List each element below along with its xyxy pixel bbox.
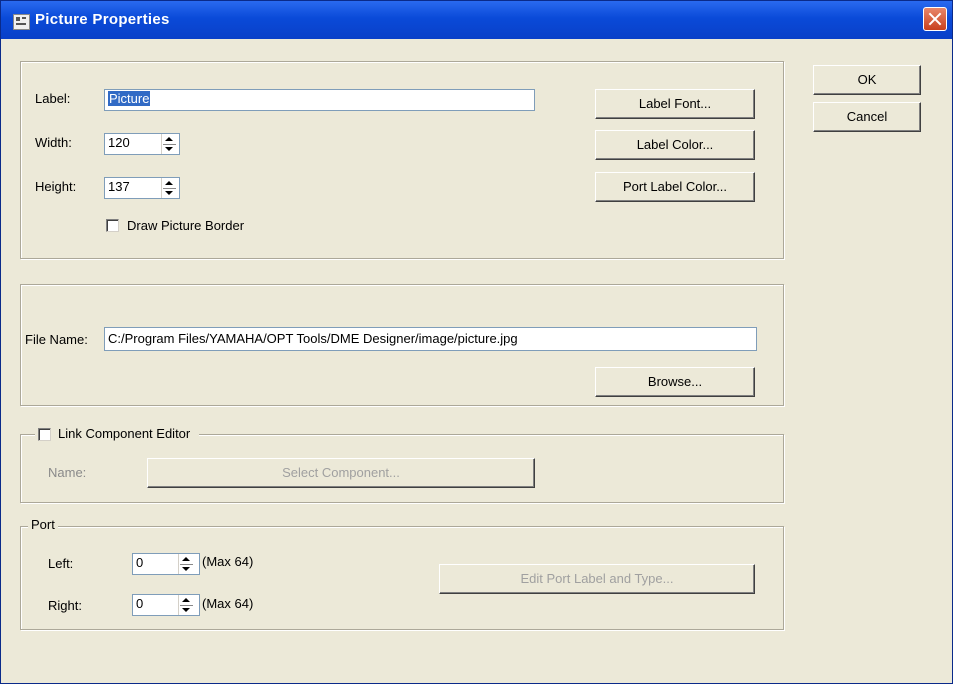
spin-down-icon[interactable]	[165, 191, 173, 195]
draw-border-checkbox[interactable]	[106, 219, 119, 232]
label-caption: Label:	[35, 91, 71, 106]
ok-button-label: OK	[857, 72, 877, 87]
link-component-label[interactable]: Link Component Editor	[58, 426, 190, 441]
label-font-button[interactable]: Label Font...	[595, 89, 755, 119]
port-right-caption: Right:	[48, 598, 82, 613]
label-color-button-label: Label Color...	[636, 137, 714, 152]
label-color-button[interactable]: Label Color...	[595, 130, 755, 160]
spin-up-icon[interactable]	[182, 557, 190, 561]
spin-down-icon[interactable]	[182, 608, 190, 612]
file-name-input-value: C:/Program Files/YAMAHA/OPT Tools/DME De…	[108, 331, 518, 346]
browse-button-label: Browse...	[647, 374, 703, 389]
width-spinner[interactable]	[161, 134, 177, 154]
edit-port-label-button[interactable]: Edit Port Label and Type...	[439, 564, 755, 594]
file-name-caption: File Name:	[25, 332, 88, 347]
spin-down-icon[interactable]	[182, 567, 190, 571]
select-component-button[interactable]: Select Component...	[147, 458, 535, 488]
ok-button[interactable]: OK	[813, 65, 921, 95]
port-right-input-value: 0	[136, 596, 144, 611]
spin-up-icon[interactable]	[165, 137, 173, 141]
port-left-caption: Left:	[48, 556, 74, 571]
title-bar[interactable]: Picture Properties	[1, 1, 952, 39]
picture-properties-dialog: Picture Properties OK Cancel Label: Pict…	[0, 0, 953, 684]
port-legend: Port	[28, 517, 58, 532]
height-input-value: 137	[108, 179, 130, 194]
height-caption: Height:	[35, 179, 77, 194]
edit-port-label-button-label: Edit Port Label and Type...	[520, 571, 674, 586]
component-name-caption: Name:	[48, 465, 87, 480]
spin-down-icon[interactable]	[165, 147, 173, 151]
width-input-value: 120	[108, 135, 130, 150]
cancel-button-label: Cancel	[846, 109, 888, 124]
link-component-legend: Link Component Editor	[35, 425, 199, 443]
cancel-button[interactable]: Cancel	[813, 102, 921, 132]
height-spinner[interactable]	[161, 178, 177, 198]
label-font-button-label: Label Font...	[638, 96, 712, 111]
window-title: Picture Properties	[35, 11, 170, 28]
browse-button[interactable]: Browse...	[595, 367, 755, 397]
spin-up-icon[interactable]	[182, 598, 190, 602]
port-label-color-button-label: Port Label Color...	[622, 179, 728, 194]
port-left-input-value: 0	[136, 555, 144, 570]
label-input-value: Picture	[108, 91, 151, 106]
select-component-button-label: Select Component...	[282, 465, 400, 480]
draw-border-label[interactable]: Draw Picture Border	[127, 218, 244, 233]
dialog-icon	[13, 14, 30, 30]
spin-up-icon[interactable]	[165, 181, 173, 185]
port-left-spinner[interactable]	[178, 554, 194, 574]
file-name-input[interactable]: C:/Program Files/YAMAHA/OPT Tools/DME De…	[104, 327, 757, 351]
port-right-spinner[interactable]	[178, 595, 194, 615]
close-button[interactable]	[923, 7, 947, 31]
width-caption: Width:	[35, 135, 72, 150]
label-input[interactable]: Picture	[104, 89, 535, 111]
port-label-color-button[interactable]: Port Label Color...	[595, 172, 755, 202]
link-component-checkbox[interactable]	[38, 428, 51, 441]
port-left-max: (Max 64)	[202, 554, 254, 569]
port-right-max: (Max 64)	[202, 596, 254, 611]
